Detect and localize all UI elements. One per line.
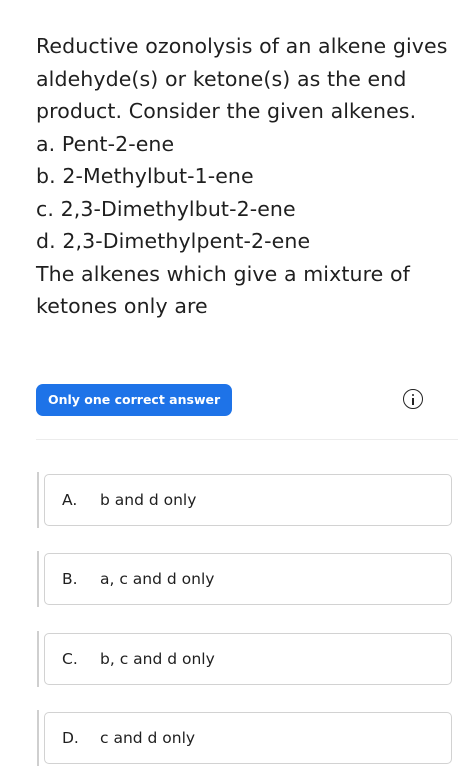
question-line: aldehyde(s) or ketone(s) as the end <box>36 66 407 91</box>
option-d[interactable]: D. c and d only <box>37 710 452 766</box>
alkene-b: b. 2-Methylbut-1-ene <box>36 164 254 188</box>
option-letter: B. <box>62 570 78 588</box>
question-text: Reductive ozonolysis of an alkene gives … <box>36 30 456 323</box>
option-letter: D. <box>62 729 79 747</box>
info-icon[interactable] <box>403 389 423 409</box>
alkene-a: a. Pent-2-ene <box>36 131 175 156</box>
alkene-c: c. 2,3-Dimethylbut-2-ene <box>36 196 296 221</box>
option-text: a, c and d only <box>100 570 215 588</box>
option-letter: C. <box>62 650 78 668</box>
option-text: c and d only <box>100 729 196 747</box>
option-c[interactable]: C. b, c and d only <box>37 631 452 687</box>
option-text: b and d only <box>100 491 197 509</box>
option-letter: A. <box>62 491 78 509</box>
question-line: product. Consider the given alkenes. <box>36 99 417 123</box>
divider <box>36 439 458 440</box>
option-edge <box>37 551 39 607</box>
info-icon-bar <box>411 397 414 405</box>
question-line: Reductive ozonolysis of an alkene gives <box>36 34 448 58</box>
option-edge <box>37 710 39 766</box>
option-text: b, c and d only <box>100 650 215 668</box>
question-line: The alkenes which give a mixture of <box>36 261 410 286</box>
answer-type-badge: Only one correct answer <box>36 384 233 416</box>
option-edge <box>37 631 39 687</box>
option-edge <box>37 472 39 528</box>
info-icon-dot <box>411 393 414 396</box>
option-a[interactable]: A. b and d only <box>37 472 452 528</box>
alkene-d: d. 2,3-Dimethylpent-2-ene <box>36 229 311 253</box>
question-line: ketones only are <box>36 294 208 318</box>
option-b[interactable]: B. a, c and d only <box>37 551 452 607</box>
